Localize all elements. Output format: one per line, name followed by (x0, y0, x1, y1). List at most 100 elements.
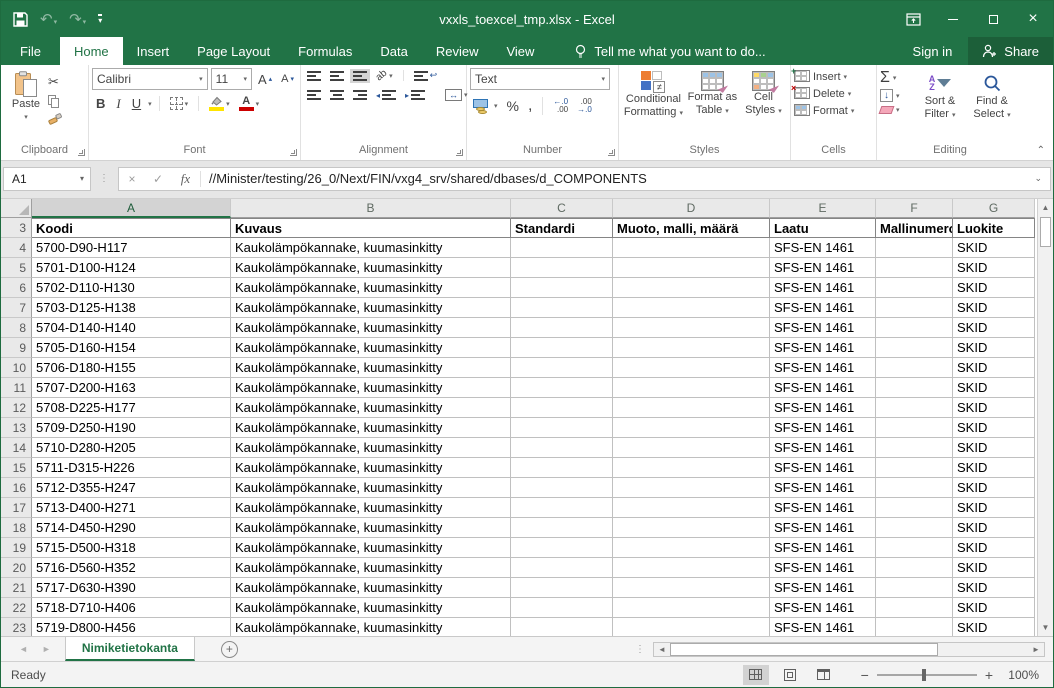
cell-c23[interactable] (511, 618, 613, 636)
italic-button[interactable]: I (112, 95, 124, 113)
share-button[interactable]: Share (968, 37, 1053, 65)
row-header-15[interactable]: 15 (1, 458, 32, 478)
align-center-button[interactable] (327, 88, 347, 102)
cell-e21[interactable]: SFS-EN 1461 (770, 578, 876, 598)
cell-e22[interactable]: SFS-EN 1461 (770, 598, 876, 618)
middle-align-button[interactable] (327, 69, 347, 83)
name-box-dropdown-icon[interactable]: ▾ (80, 174, 90, 183)
column-header-f[interactable]: F (876, 199, 953, 218)
align-right-button[interactable] (350, 88, 370, 102)
row-header-7[interactable]: 7 (1, 298, 32, 318)
cell-f3[interactable]: Mallinumero (876, 218, 953, 238)
cell-f13[interactable] (876, 418, 953, 438)
cell-g19[interactable]: SKID (953, 538, 1035, 558)
sort-filter-button[interactable]: AZ Sort & Filter ▾ (914, 68, 966, 143)
bottom-align-button[interactable] (350, 69, 370, 83)
underline-button[interactable]: U (128, 95, 145, 112)
cell-f21[interactable] (876, 578, 953, 598)
cell-g6[interactable]: SKID (953, 278, 1035, 298)
autosum-button[interactable]: Σ▾ (880, 71, 914, 85)
cell-g22[interactable]: SKID (953, 598, 1035, 618)
cell-a16[interactable]: 5712-D355-H247 (32, 478, 231, 498)
cell-e20[interactable]: SFS-EN 1461 (770, 558, 876, 578)
collapse-ribbon-icon[interactable]: ⌃ (1037, 145, 1045, 156)
cell-a17[interactable]: 5713-D400-H271 (32, 498, 231, 518)
cell-a20[interactable]: 5716-D560-H352 (32, 558, 231, 578)
percent-style-button[interactable]: % (504, 96, 522, 116)
cell-g8[interactable]: SKID (953, 318, 1035, 338)
cell-f17[interactable] (876, 498, 953, 518)
cell-b22[interactable]: Kaukolämpökannake, kuumasinkitty (231, 598, 511, 618)
cell-c3[interactable]: Standardi (511, 218, 613, 238)
cell-b23[interactable]: Kaukolämpökannake, kuumasinkitty (231, 618, 511, 636)
formula-input[interactable]: //Minister/testing/26_0/Next/FIN/vxg4_sr… (201, 171, 1026, 186)
cell-a23[interactable]: 5719-D800-H456 (32, 618, 231, 636)
fill-button[interactable]: ↓▾ (880, 89, 914, 102)
row-header-5[interactable]: 5 (1, 258, 32, 278)
cell-d5[interactable] (613, 258, 770, 278)
font-dialog-launcher[interactable] (290, 149, 297, 156)
cell-f5[interactable] (876, 258, 953, 278)
column-header-e[interactable]: E (770, 199, 876, 218)
cell-f11[interactable] (876, 378, 953, 398)
format-as-table-button[interactable]: Format as Table ▾ (685, 68, 740, 143)
column-header-c[interactable]: C (511, 199, 613, 218)
cell-b3[interactable]: Kuvaus (231, 218, 511, 238)
cell-d3[interactable]: Muoto, malli, määrä (613, 218, 770, 238)
row-header-8[interactable]: 8 (1, 318, 32, 338)
cell-d6[interactable] (613, 278, 770, 298)
cell-d20[interactable] (613, 558, 770, 578)
tell-me-box[interactable]: Tell me what you want to do... (574, 37, 765, 65)
number-dialog-launcher[interactable] (608, 149, 615, 156)
cell-c20[interactable] (511, 558, 613, 578)
cell-e16[interactable]: SFS-EN 1461 (770, 478, 876, 498)
shrink-font-button[interactable]: A▾ (278, 71, 297, 87)
cut-icon[interactable]: ✂ (48, 74, 62, 90)
cell-b16[interactable]: Kaukolämpökannake, kuumasinkitty (231, 478, 511, 498)
cell-a5[interactable]: 5701-D100-H124 (32, 258, 231, 278)
redo-icon[interactable]: ↷▾ (69, 10, 86, 29)
select-all-corner[interactable] (1, 199, 32, 218)
row-header-12[interactable]: 12 (1, 398, 32, 418)
cell-e9[interactable]: SFS-EN 1461 (770, 338, 876, 358)
minimize-icon[interactable] (933, 1, 973, 37)
decrease-indent-button[interactable]: ◂ (373, 88, 399, 102)
cell-g18[interactable]: SKID (953, 518, 1035, 538)
comma-style-button[interactable]: , (525, 95, 535, 117)
cell-c13[interactable] (511, 418, 613, 438)
cell-a13[interactable]: 5709-D250-H190 (32, 418, 231, 438)
row-header-22[interactable]: 22 (1, 598, 32, 618)
row-header-17[interactable]: 17 (1, 498, 32, 518)
row-header-23[interactable]: 23 (1, 618, 32, 636)
sheet-nav-right-icon[interactable]: ► (42, 644, 51, 654)
cell-styles-button[interactable]: Cell Styles ▾ (740, 68, 787, 143)
cell-e15[interactable]: SFS-EN 1461 (770, 458, 876, 478)
clear-button[interactable]: ▾ (880, 106, 914, 114)
cancel-icon[interactable]: × (119, 172, 145, 186)
cell-d17[interactable] (613, 498, 770, 518)
cell-f15[interactable] (876, 458, 953, 478)
row-header-19[interactable]: 19 (1, 538, 32, 558)
cell-d13[interactable] (613, 418, 770, 438)
maximize-icon[interactable] (973, 1, 1013, 37)
cell-b6[interactable]: Kaukolämpökannake, kuumasinkitty (231, 278, 511, 298)
cell-e8[interactable]: SFS-EN 1461 (770, 318, 876, 338)
column-header-g[interactable]: G (953, 199, 1035, 218)
page-layout-view-button[interactable] (777, 665, 803, 685)
cell-c4[interactable] (511, 238, 613, 258)
customize-quick-access-icon[interactable]: ▾ (98, 14, 102, 25)
align-left-button[interactable] (304, 88, 324, 102)
horizontal-scroll-thumb[interactable] (670, 643, 938, 656)
cell-e3[interactable]: Laatu (770, 218, 876, 238)
cell-d15[interactable] (613, 458, 770, 478)
cell-d14[interactable] (613, 438, 770, 458)
cell-b18[interactable]: Kaukolämpökannake, kuumasinkitty (231, 518, 511, 538)
cell-a12[interactable]: 5708-D225-H177 (32, 398, 231, 418)
tab-home[interactable]: Home (60, 37, 123, 65)
cell-f23[interactable] (876, 618, 953, 636)
cell-e23[interactable]: SFS-EN 1461 (770, 618, 876, 636)
cell-f7[interactable] (876, 298, 953, 318)
scroll-right-icon[interactable]: ► (1028, 643, 1044, 656)
cell-c11[interactable] (511, 378, 613, 398)
cell-g10[interactable]: SKID (953, 358, 1035, 378)
